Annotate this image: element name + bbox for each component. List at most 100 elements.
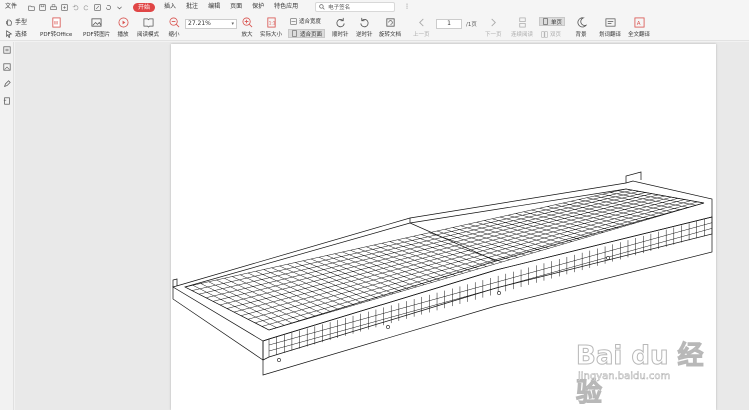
rotate-doc-icon <box>385 17 395 27</box>
rotate-doc-button[interactable]: 旋转文档 <box>379 16 401 38</box>
svg-text:1:1: 1:1 <box>268 20 275 25</box>
menu-features[interactable]: 特色应用 <box>269 0 303 14</box>
hand-tool-button[interactable]: 手型 <box>5 17 27 26</box>
play-label: 播放 <box>117 32 129 38</box>
fit-page-icon <box>292 30 297 37</box>
left-sidebar <box>0 42 14 410</box>
prev-page-label: 上一页 <box>413 32 430 38</box>
prev-page-button[interactable]: 上一页 <box>413 16 430 38</box>
zoom-level-input[interactable]: 27.21% ▾ <box>185 19 237 29</box>
chevron-down-icon[interactable]: ▾ <box>231 20 234 28</box>
full-translate-label: 全文翻译 <box>628 32 651 38</box>
chevron-left-icon <box>418 18 424 26</box>
fit-page-button[interactable]: 适合页面 <box>288 29 326 38</box>
rotate-ccw-icon <box>360 17 369 27</box>
continuous-read-label: 连续阅读 <box>511 32 534 38</box>
save-icon[interactable] <box>39 3 46 11</box>
actual-size-label: 实际大小 <box>260 32 283 38</box>
fit-page-label: 适合页面 <box>300 31 323 38</box>
double-page-label: 双页 <box>550 32 562 38</box>
double-page-button[interactable]: 双页 <box>541 30 561 38</box>
menu-edit[interactable]: 编辑 <box>203 0 225 14</box>
undo-icon[interactable] <box>72 4 79 11</box>
zoom-in-label: 放大 <box>241 32 253 38</box>
menu-bar: 文件 开始 插入 批注 编辑 页面 保护 特色应用 电子签名 ⋮ <box>0 0 749 14</box>
single-page-icon <box>543 18 548 25</box>
share-icon[interactable] <box>94 3 101 11</box>
full-translate-icon: A <box>634 17 644 27</box>
search-icon <box>319 4 325 10</box>
rotate-ccw-button[interactable]: 逆时针 <box>356 16 373 38</box>
fit-width-label: 适合宽度 <box>299 19 322 25</box>
pdf-to-image-button[interactable]: PDF转图片 <box>83 16 110 38</box>
fit-width-button[interactable]: 适合宽度 <box>290 17 321 25</box>
full-translate-button[interactable]: A 全文翻译 <box>628 16 650 38</box>
book-icon <box>143 17 153 28</box>
word-translate-icon <box>605 17 615 27</box>
rotate-ccw-label: 逆时针 <box>356 32 373 38</box>
top-deck-outline <box>172 180 713 342</box>
rotate-cw-label: 顺时针 <box>332 32 349 38</box>
hand-label: 手型 <box>15 19 28 26</box>
word-translate-button[interactable]: 划词翻译 <box>599 16 621 38</box>
pdf-office-icon: W <box>52 17 61 27</box>
next-page-button[interactable]: 下一页 <box>485 16 502 38</box>
play-button[interactable]: 播放 <box>117 16 129 38</box>
read-mode-button[interactable]: 阅读模式 <box>137 16 159 38</box>
background-button[interactable]: 背景 <box>575 16 587 38</box>
open-folder-icon[interactable] <box>28 4 35 11</box>
deck-grid-line <box>219 194 659 306</box>
continuous-read-button[interactable]: 连续阅读 <box>511 16 533 38</box>
deck-grid-line <box>247 199 685 320</box>
rotate-cw-button[interactable]: 顺时针 <box>332 16 349 38</box>
deck-grid-line <box>212 193 653 302</box>
word-translate-label: 划词翻译 <box>599 32 622 38</box>
search-box[interactable]: 电子签名 <box>315 2 396 12</box>
page-number-input[interactable]: 1 <box>436 19 462 29</box>
mount-hole <box>277 358 281 362</box>
menu-page[interactable]: 页面 <box>225 0 247 14</box>
deck-grid-line <box>254 200 692 324</box>
attachment-icon[interactable] <box>3 97 11 105</box>
customize-chevron-icon[interactable] <box>116 4 123 11</box>
more-options-icon[interactable]: ⋮ <box>399 0 415 14</box>
pdf-to-office-button[interactable]: W PDF转Office <box>40 16 72 38</box>
mount-hole <box>606 256 610 260</box>
ribbon-toolbar: 手型 选择 W PDF转Office PDF转图片 播放 阅读模式 缩小 27.… <box>0 14 749 41</box>
mount-hole <box>497 291 501 295</box>
redo-icon[interactable] <box>83 4 90 11</box>
print-icon[interactable] <box>50 3 57 11</box>
hand-icon <box>5 18 12 26</box>
play-icon <box>118 17 128 27</box>
deck-grid-line <box>198 191 640 295</box>
menu-protect[interactable]: 保护 <box>247 0 269 14</box>
image-icon <box>91 17 102 27</box>
menu-annotate[interactable]: 批注 <box>181 0 203 14</box>
single-page-button[interactable]: 单页 <box>539 17 566 26</box>
svg-text:A: A <box>636 20 640 26</box>
baidu-watermark: Bai du 经验 jingyan.baidu.com <box>574 331 714 409</box>
zoom-out-label: 缩小 <box>168 32 180 38</box>
annotation-pen-icon[interactable] <box>3 80 11 88</box>
deck-grid-line <box>205 192 646 298</box>
actual-size-button[interactable]: 1:1 实际大小 <box>260 16 282 38</box>
menu-insert[interactable]: 插入 <box>159 0 181 14</box>
search-placeholder: 电子签名 <box>328 5 351 11</box>
image-panel-icon[interactable] <box>3 63 11 71</box>
menu-file[interactable]: 文件 <box>0 0 22 14</box>
chevron-right-icon <box>491 18 496 26</box>
undo-arrow-icon[interactable] <box>105 4 112 11</box>
background-label: 背景 <box>575 32 587 38</box>
continuous-read-icon <box>518 17 526 27</box>
thumbnails-icon[interactable] <box>3 46 11 54</box>
select-tool-button[interactable]: 选择 <box>5 29 27 38</box>
zoom-out-button[interactable]: 缩小 <box>168 16 180 38</box>
actual-size-icon: 1:1 <box>266 17 275 27</box>
deck-grid-line <box>191 189 633 291</box>
export-icon[interactable] <box>61 3 68 11</box>
next-page-label: 下一页 <box>485 32 502 38</box>
menu-start[interactable]: 开始 <box>133 2 156 12</box>
single-page-label: 单页 <box>551 19 563 26</box>
watermark-url: jingyan.baidu.com <box>578 371 671 383</box>
zoom-in-button[interactable]: 放大 <box>241 16 253 38</box>
